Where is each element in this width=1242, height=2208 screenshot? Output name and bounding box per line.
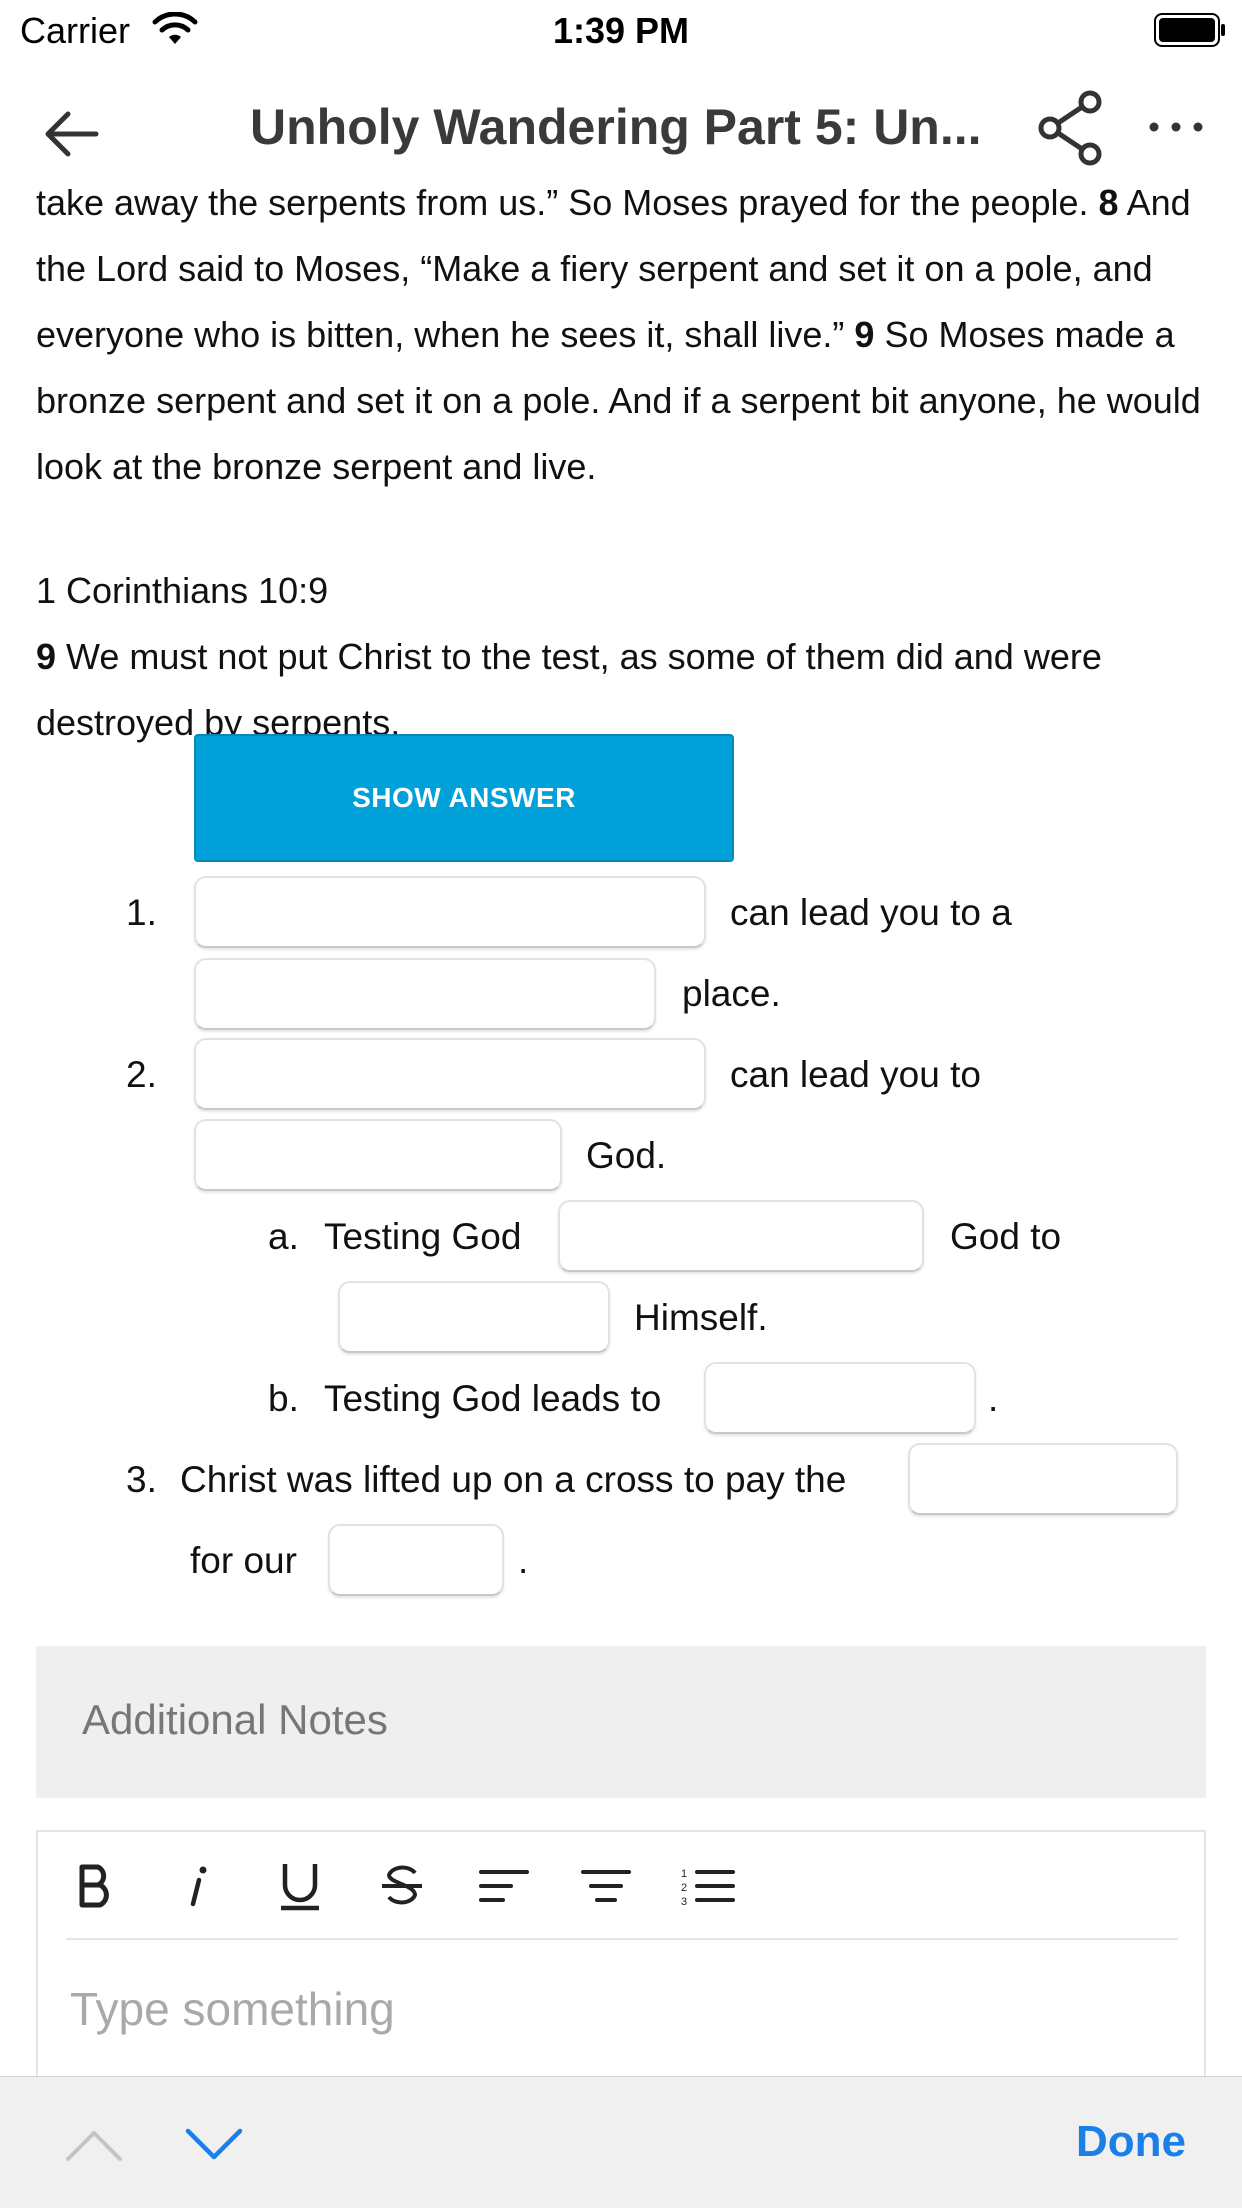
show-answer-button[interactable]: SHOW ANSWER <box>194 734 734 862</box>
blank-input[interactable] <box>194 958 656 1030</box>
scripture-paragraph-1: take away the serpents from us.” So Mose… <box>36 170 1206 500</box>
scripture-reference: 1 Corinthians 10:9 <box>36 570 329 611</box>
blank-input[interactable] <box>328 1524 504 1596</box>
blank-input[interactable] <box>338 1281 610 1353</box>
outline-number: 1. <box>126 892 157 933</box>
blank-input[interactable] <box>194 1038 706 1110</box>
chevron-down-icon[interactable] <box>184 2125 244 2165</box>
verse-number: 9 <box>854 314 875 355</box>
scripture-text: take away the serpents from us.” So Mose… <box>36 182 1099 223</box>
outline-text: Testing God <box>324 1216 522 1257</box>
page-title: Unholy Wandering Part 5: Un... <box>250 99 982 155</box>
svg-text:2: 2 <box>681 1882 687 1894</box>
scripture-text: We must not put Christ to the test, as s… <box>36 636 1102 743</box>
outline-number: 3. <box>126 1459 157 1500</box>
strikethrough-icon[interactable] <box>372 1854 432 1918</box>
battery-icon <box>1154 13 1225 47</box>
outline-text: Himself. <box>634 1297 768 1338</box>
verse-number: 8 <box>1098 182 1119 223</box>
outline-text: can lead you to a <box>730 892 1012 933</box>
blank-input[interactable] <box>908 1443 1178 1515</box>
chevron-up-icon[interactable] <box>64 2125 124 2165</box>
blank-input[interactable] <box>194 876 706 948</box>
outline-text: . <box>988 1378 999 1419</box>
keyboard-accessory-bar: Done <box>0 2076 1242 2208</box>
additional-notes-label: Additional Notes <box>82 1696 388 1743</box>
outline-text: can lead you to <box>730 1054 981 1095</box>
outline-text: Testing God leads to <box>324 1378 662 1419</box>
outline-text: God to <box>950 1216 1062 1257</box>
notes-text-input[interactable]: Type something <box>70 1982 395 2036</box>
outline-text: place. <box>682 973 781 1014</box>
svg-text:3: 3 <box>681 1896 687 1906</box>
outline-letter: b. <box>268 1378 299 1419</box>
verse-number: 9 <box>36 636 57 677</box>
status-bar: Carrier 1:39 PM <box>0 0 1242 62</box>
svg-text:1: 1 <box>681 1868 687 1880</box>
outline-text: Christ was lifted up on a cross to pay t… <box>180 1459 847 1500</box>
more-icon[interactable] <box>1146 112 1206 142</box>
numbered-list-icon[interactable]: 1 2 3 <box>678 1854 738 1918</box>
outline-text: for our <box>190 1540 297 1581</box>
outline-text: . <box>518 1540 529 1581</box>
underline-icon[interactable] <box>270 1854 330 1918</box>
formatting-toolbar: 1 2 3 <box>66 1832 1178 1940</box>
blank-input[interactable] <box>558 1200 924 1272</box>
align-center-icon[interactable] <box>576 1854 636 1918</box>
share-icon[interactable] <box>1036 88 1108 168</box>
align-left-icon[interactable] <box>474 1854 534 1918</box>
blank-input[interactable] <box>704 1362 976 1434</box>
status-time: 1:39 PM <box>552 10 690 51</box>
back-arrow-icon[interactable] <box>36 98 108 170</box>
additional-notes-header: Additional Notes <box>36 1646 1206 1798</box>
outline-number: 2. <box>126 1054 157 1095</box>
scripture-content: take away the serpents from us.” So Mose… <box>36 170 1206 756</box>
outline-text: God. <box>586 1135 667 1176</box>
bold-icon[interactable] <box>66 1854 126 1918</box>
done-button[interactable]: Done <box>1076 2117 1186 2167</box>
outline-letter: a. <box>268 1216 299 1257</box>
italic-icon[interactable] <box>168 1854 228 1918</box>
blank-input[interactable] <box>194 1119 562 1191</box>
